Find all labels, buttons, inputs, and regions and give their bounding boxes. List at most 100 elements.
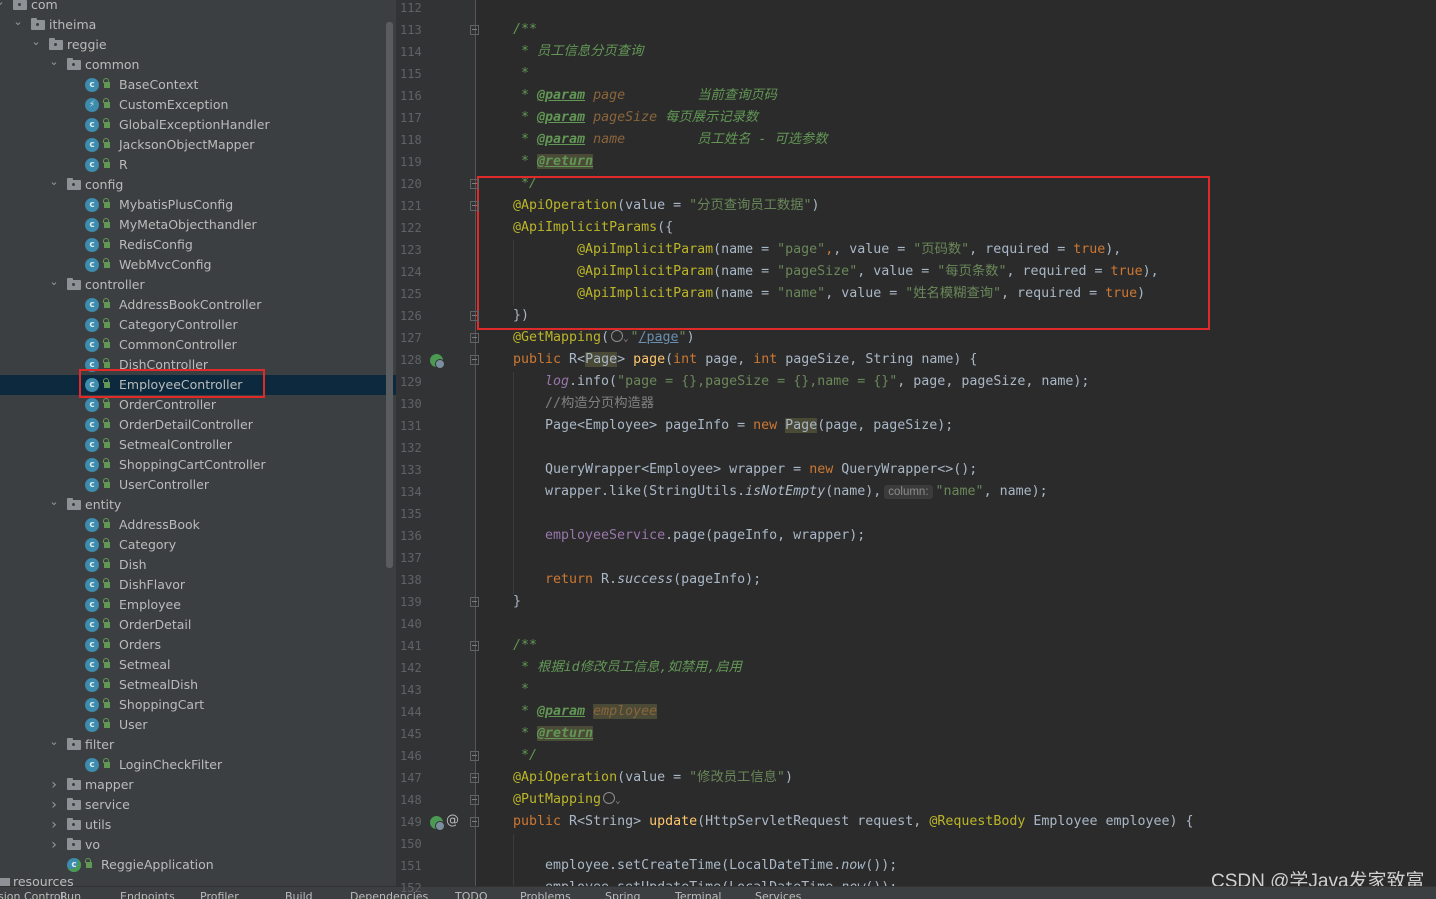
web-endpoint-globe-icon[interactable]: [603, 792, 616, 804]
public-access-lock-icon: [85, 858, 92, 868]
tree-item-controller[interactable]: ⌄ controller: [0, 275, 384, 295]
tree-item-addressbook[interactable]: c AddressBook: [0, 515, 384, 535]
code-text: QueryWrapper<>();: [841, 462, 978, 477]
code-line-149: public R<String> update(HttpServletReque…: [513, 811, 1194, 833]
class-icon: c: [85, 258, 99, 272]
tree-item-ordercontroller[interactable]: c OrderController: [0, 395, 384, 415]
tree-item-redisconfig[interactable]: c RedisConfig: [0, 235, 384, 255]
tree-item-service[interactable]: › service: [0, 795, 384, 815]
tree-item-mapper[interactable]: › mapper: [0, 775, 384, 795]
public-access-lock-icon: [103, 398, 110, 408]
package-folder-icon: [67, 838, 81, 850]
tree-item-logincheckfilter[interactable]: c LoginCheckFilter: [0, 755, 384, 775]
tree-item-setmealcontroller[interactable]: c SetmealController: [0, 435, 384, 455]
tree-item-addressbookcontroller[interactable]: c AddressBookController: [0, 295, 384, 315]
javadoc-tag: @param: [537, 110, 586, 125]
tree-item-filter[interactable]: ⌄ filter: [0, 735, 384, 755]
code-line-148: @PutMapping ⌄: [513, 789, 622, 811]
code-fold-toggle[interactable]: [470, 333, 479, 343]
chevron-right-icon[interactable]: ›: [48, 835, 60, 855]
tree-item-dish[interactable]: c Dish: [0, 555, 384, 575]
tree-item-mybatisplusconfig[interactable]: c MybatisPlusConfig: [0, 195, 384, 215]
line-number: 145: [400, 727, 422, 741]
url-path-link[interactable]: /page: [639, 330, 679, 345]
code-line-144: * @param employee: [513, 704, 658, 719]
code-fold-toggle[interactable]: [470, 25, 479, 35]
code-text: QueryWrapper<Employee> wrapper =: [545, 462, 810, 477]
tree-item-commoncontroller[interactable]: c CommonController: [0, 335, 384, 355]
tree-item-jacksonobjectmapper[interactable]: c JacksonObjectMapper: [0, 135, 384, 155]
tree-item-orderdetailcontroller[interactable]: c OrderDetailController: [0, 415, 384, 435]
code-fold-toggle[interactable]: [470, 597, 479, 607]
chevron-down-icon[interactable]: ⌄: [48, 55, 60, 75]
annotation-at-icon[interactable]: @: [446, 813, 459, 828]
chevron-down-icon[interactable]: ⌄: [48, 175, 60, 195]
chevron-down-icon[interactable]: ⌄: [48, 495, 60, 515]
chevron-down-icon[interactable]: ⌄: [615, 796, 620, 806]
code-fold-toggle[interactable]: [470, 201, 479, 211]
public-access-lock-icon: [103, 698, 110, 708]
tree-item-basecontext[interactable]: c BaseContext: [0, 75, 384, 95]
code-fold-toggle[interactable]: [470, 641, 479, 651]
code-fold-toggle[interactable]: [470, 311, 479, 321]
tree-item-common[interactable]: ⌄ common: [0, 55, 384, 75]
code-fold-toggle[interactable]: [470, 751, 479, 761]
code-fold-toggle[interactable]: [470, 773, 479, 783]
tree-item-reggieapplication[interactable]: c ReggieApplication: [0, 855, 384, 875]
chevron-right-icon[interactable]: ›: [48, 775, 60, 795]
tree-item-mymetaobjecthandler[interactable]: c MyMetaObjecthandler: [0, 215, 384, 235]
tree-item-reggie[interactable]: ⌄ reggie: [0, 35, 384, 55]
chevron-down-icon[interactable]: ⌄: [30, 35, 42, 55]
project-tree-scrollbar[interactable]: [386, 22, 393, 568]
tree-item-label: R: [119, 157, 128, 172]
public-access-lock-icon: [103, 678, 110, 688]
tree-item-categorycontroller[interactable]: c CategoryController: [0, 315, 384, 335]
tree-item-user[interactable]: c User: [0, 715, 384, 735]
class-icon: c: [85, 518, 99, 532]
tree-item-entity[interactable]: ⌄ entity: [0, 495, 384, 515]
code-line-136: employeeService.page(pageInfo, wrapper);: [545, 525, 865, 547]
chevron-right-icon[interactable]: ›: [48, 795, 60, 815]
line-number: 122: [400, 221, 422, 235]
tree-item-vo[interactable]: › vo: [0, 835, 384, 855]
spring-endpoint-icon[interactable]: [430, 816, 445, 831]
tree-item-orderdetail[interactable]: c OrderDetail: [0, 615, 384, 635]
tree-item-utils[interactable]: › utils: [0, 815, 384, 835]
tree-item-dishflavor[interactable]: c DishFlavor: [0, 575, 384, 595]
tree-item-label: BaseContext: [119, 77, 199, 92]
code-fold-toggle[interactable]: [470, 179, 479, 189]
spring-endpoint-icon[interactable]: [430, 354, 445, 369]
tree-item-setmeal[interactable]: c Setmeal: [0, 655, 384, 675]
tree-item-employee[interactable]: c Employee: [0, 595, 384, 615]
tree-item-config[interactable]: ⌄ config: [0, 175, 384, 195]
code-fold-toggle[interactable]: [470, 795, 479, 805]
tree-item-category[interactable]: c Category: [0, 535, 384, 555]
chevron-right-icon[interactable]: ›: [48, 815, 60, 835]
web-endpoint-globe-icon[interactable]: [611, 330, 624, 342]
package-folder-icon: [67, 178, 81, 190]
tree-item-globalexceptionhandler[interactable]: c GlobalExceptionHandler: [0, 115, 384, 135]
chevron-down-icon[interactable]: ⌄: [12, 15, 24, 35]
public-access-lock-icon: [103, 198, 110, 208]
tree-item-shoppingcart[interactable]: c ShoppingCart: [0, 695, 384, 715]
tree-item-label: utils: [85, 817, 112, 832]
chevron-down-icon[interactable]: ⌄: [48, 735, 60, 755]
javadoc-param-desc: 当前查询页码: [697, 88, 777, 103]
tree-item-shoppingcartcontroller[interactable]: c ShoppingCartController: [0, 455, 384, 475]
tree-item-itheima[interactable]: ⌄ itheima: [0, 15, 384, 35]
string-literal: "修改员工信息": [689, 770, 785, 785]
public-access-lock-icon: [103, 78, 110, 88]
tree-item-r[interactable]: cR: [0, 155, 384, 175]
tree-item-setmealdish[interactable]: c SetmealDish: [0, 675, 384, 695]
tree-item-usercontroller[interactable]: c UserController: [0, 475, 384, 495]
chevron-down-icon[interactable]: ⌄: [48, 275, 60, 295]
class-icon: c: [85, 338, 99, 352]
tree-item-customexception[interactable]: ⚡ CustomException: [0, 95, 384, 115]
chevron-down-icon[interactable]: ⌄: [623, 334, 628, 344]
code-fold-toggle[interactable]: [470, 817, 479, 827]
code-fold-toggle[interactable]: [470, 355, 479, 365]
chevron-down-icon[interactable]: ⌄: [0, 0, 6, 15]
tree-item-webmvcconfig[interactable]: c WebMvcConfig: [0, 255, 384, 275]
tree-item-orders[interactable]: c Orders: [0, 635, 384, 655]
tree-item-com[interactable]: ⌄ com: [0, 0, 384, 15]
